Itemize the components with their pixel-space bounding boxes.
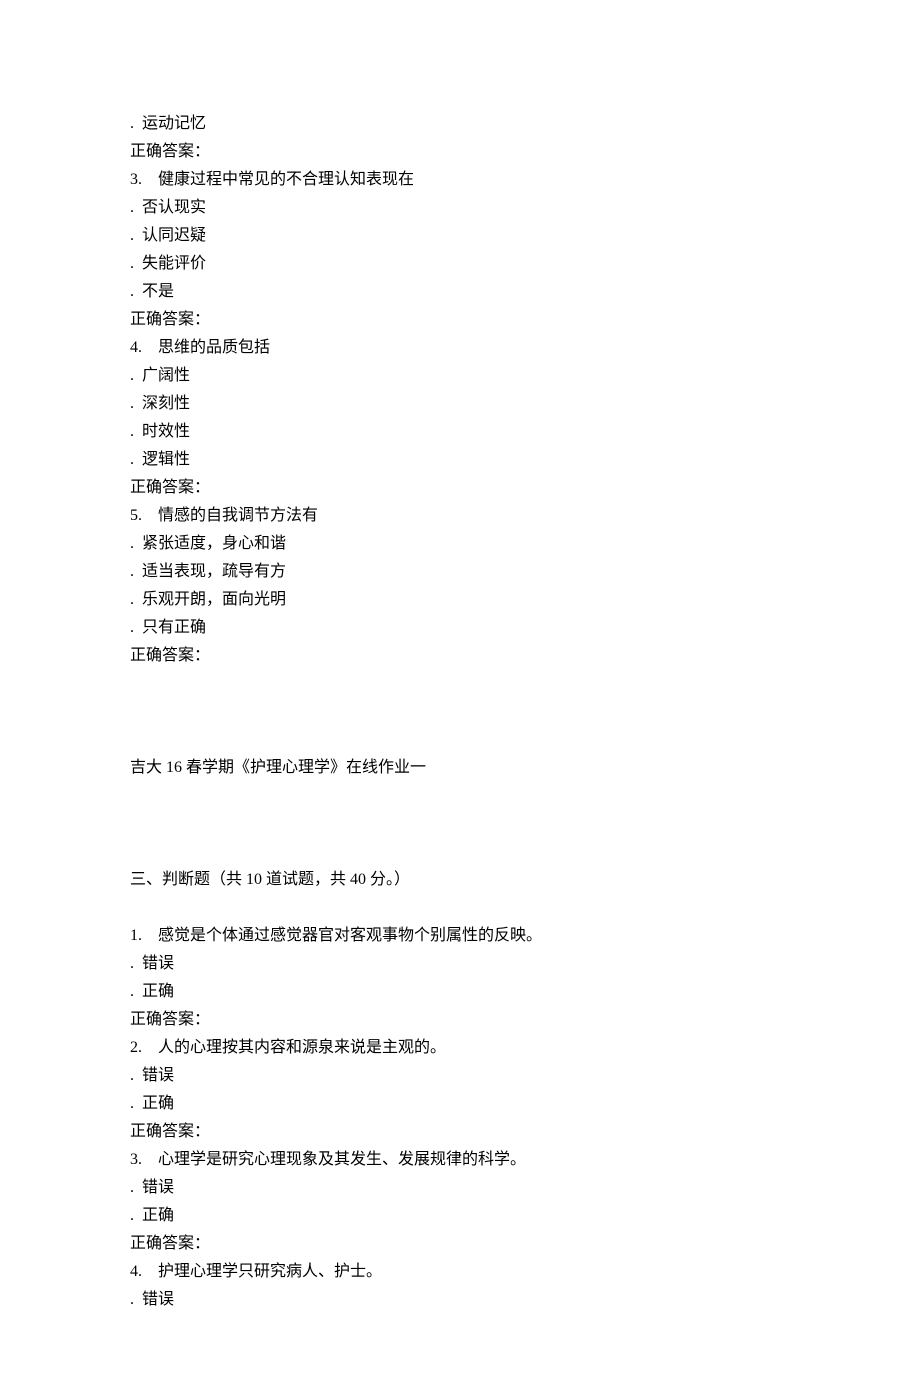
q5-answer-label: 正确答案： <box>130 642 790 670</box>
q3-number: 3. <box>130 171 142 188</box>
q5-option-c: . 乐观开朗，面向光明 <box>130 586 790 614</box>
q4-answer-label: 正确答案： <box>130 474 790 502</box>
s3q2-number: 2. <box>130 1039 142 1056</box>
q4-option-d: . 逻辑性 <box>130 446 790 474</box>
q4-number: 4. <box>130 339 142 356</box>
q5-option-b: . 适当表现，疏导有方 <box>130 558 790 586</box>
s3q3-number: 3. <box>130 1151 142 1168</box>
q3-text: 健康过程中常见的不合理认知表现在 <box>158 171 414 188</box>
s3q2-text: 人的心理按其内容和源泉来说是主观的。 <box>158 1039 446 1056</box>
q2-answer-label: 正确答案： <box>130 138 790 166</box>
s3q1-stem: 1. 感觉是个体通过感觉器官对客观事物个别属性的反映。 <box>130 922 790 950</box>
s3q3-option-a: . 错误 <box>130 1174 790 1202</box>
q5-text: 情感的自我调节方法有 <box>158 507 318 524</box>
q5-stem: 5. 情感的自我调节方法有 <box>130 502 790 530</box>
s3q3-stem: 3. 心理学是研究心理现象及其发生、发展规律的科学。 <box>130 1146 790 1174</box>
section3-header: 三、判断题（共 10 道试题，共 40 分。） <box>130 866 790 894</box>
s3q4-text: 护理心理学只研究病人、护士。 <box>158 1263 382 1280</box>
q3-answer-label: 正确答案： <box>130 306 790 334</box>
s3q4-stem: 4. 护理心理学只研究病人、护士。 <box>130 1258 790 1286</box>
q5-option-a: . 紧张适度，身心和谐 <box>130 530 790 558</box>
q3-option-d: . 不是 <box>130 278 790 306</box>
s3q1-number: 1. <box>130 927 142 944</box>
q3-option-b: . 认同迟疑 <box>130 222 790 250</box>
s3q2-stem: 2. 人的心理按其内容和源泉来说是主观的。 <box>130 1034 790 1062</box>
q4-option-a: . 广阔性 <box>130 362 790 390</box>
s3q4-option-a: . 错误 <box>130 1286 790 1314</box>
s3q3-answer-label: 正确答案： <box>130 1230 790 1258</box>
s3q3-option-b: . 正确 <box>130 1202 790 1230</box>
q3-option-a: . 否认现实 <box>130 194 790 222</box>
q3-option-c: . 失能评价 <box>130 250 790 278</box>
s3q1-option-a: . 错误 <box>130 950 790 978</box>
s3q2-option-b: . 正确 <box>130 1090 790 1118</box>
q3-stem: 3. 健康过程中常见的不合理认知表现在 <box>130 166 790 194</box>
s3q1-text: 感觉是个体通过感觉器官对客观事物个别属性的反映。 <box>158 927 542 944</box>
s3q2-option-a: . 错误 <box>130 1062 790 1090</box>
s3q3-text: 心理学是研究心理现象及其发生、发展规律的科学。 <box>158 1151 526 1168</box>
q4-stem: 4. 思维的品质包括 <box>130 334 790 362</box>
s3q2-answer-label: 正确答案： <box>130 1118 790 1146</box>
q4-text: 思维的品质包括 <box>158 339 270 356</box>
assignment-title: 吉大 16 春学期《护理心理学》在线作业一 <box>130 754 790 782</box>
q4-option-c: . 时效性 <box>130 418 790 446</box>
s3q1-option-b: . 正确 <box>130 978 790 1006</box>
gap-3 <box>130 894 790 922</box>
q4-option-b: . 深刻性 <box>130 390 790 418</box>
q5-number: 5. <box>130 507 142 524</box>
gap-2 <box>130 782 790 866</box>
s3q4-number: 4. <box>130 1263 142 1280</box>
q2-option-d: . 运动记忆 <box>130 110 790 138</box>
q5-option-d: . 只有正确 <box>130 614 790 642</box>
s3q1-answer-label: 正确答案： <box>130 1006 790 1034</box>
gap-1 <box>130 670 790 754</box>
